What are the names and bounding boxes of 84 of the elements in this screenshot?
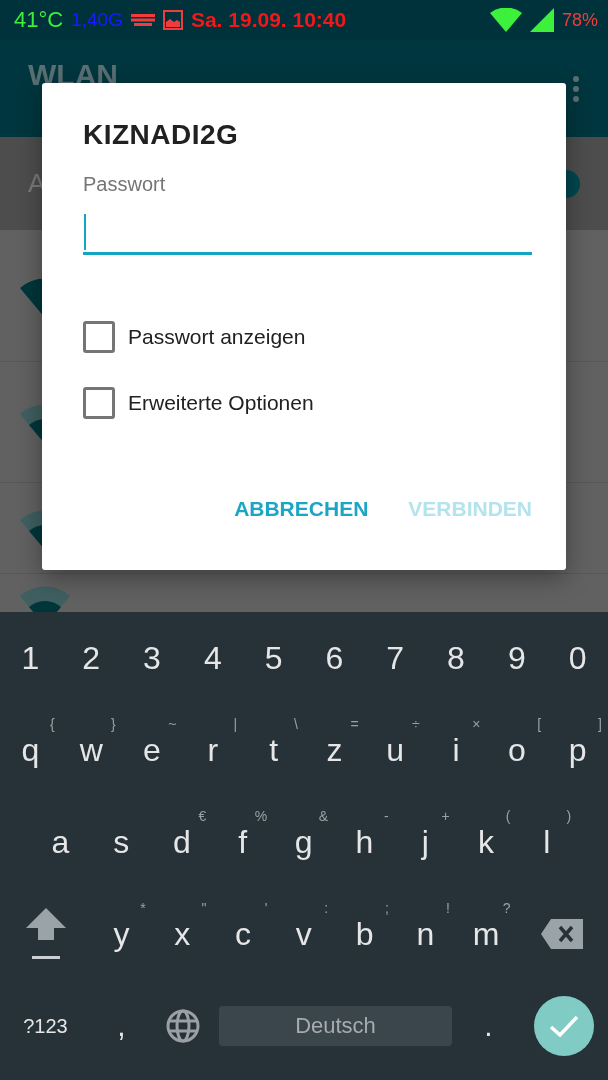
key[interactable]: h -	[334, 796, 395, 888]
key[interactable]: u ÷	[364, 704, 426, 796]
checkbox[interactable]	[83, 321, 115, 353]
key[interactable]: d €	[151, 796, 213, 888]
enter-key[interactable]	[534, 996, 594, 1056]
space-key[interactable]: Deutsch	[219, 1006, 452, 1046]
key-hint: +	[441, 808, 450, 824]
key-hint: ÷	[411, 716, 420, 732]
period-key[interactable]: .	[458, 980, 519, 1072]
key-hint: "	[201, 900, 207, 916]
key[interactable]: e ~	[121, 704, 183, 796]
key[interactable]: b ;	[334, 888, 395, 980]
comma-key[interactable]: ,	[91, 980, 152, 1072]
key-hint: *	[140, 900, 146, 916]
key[interactable]: 8	[425, 612, 487, 704]
symbols-key[interactable]: ?123	[0, 980, 91, 1072]
key-hint: €	[198, 808, 207, 824]
key-hint: \	[294, 716, 298, 732]
battery-level: 78%	[561, 9, 598, 31]
key[interactable]: n !	[395, 888, 456, 980]
key-hint: &	[318, 808, 328, 824]
key-hint: (	[505, 808, 511, 824]
key[interactable]: c '	[212, 888, 274, 980]
key-hint: [	[537, 716, 542, 732]
key[interactable]: 9	[486, 612, 548, 704]
key[interactable]: j +	[394, 796, 456, 888]
key[interactable]: q {	[0, 704, 61, 796]
key[interactable]: l )	[516, 796, 578, 888]
key[interactable]: w }	[60, 704, 122, 796]
key[interactable]: p ]	[547, 704, 608, 796]
key-hint: -	[384, 808, 389, 824]
key-hint: :	[324, 900, 329, 916]
key-hint: ?	[502, 900, 511, 916]
key-hint: {	[50, 716, 55, 732]
dialog-title: KIZNADI2G	[83, 119, 240, 151]
key[interactable]: 1	[0, 612, 61, 704]
checkbox-option[interactable]: Erweiterte Optionen	[83, 387, 314, 419]
key-hint: ~	[168, 716, 177, 732]
temperature-reading: 41°C	[14, 7, 64, 33]
key[interactable]: z =	[304, 704, 365, 796]
key-hint: !	[445, 900, 450, 916]
check-icon	[549, 1015, 579, 1037]
checkbox-option[interactable]: Passwort anzeigen	[83, 321, 306, 353]
key-hint: }	[110, 716, 116, 732]
key[interactable]: m ?	[455, 888, 517, 980]
key[interactable]: x "	[151, 888, 213, 980]
key[interactable]: 7	[364, 612, 426, 704]
key[interactable]: r |	[182, 704, 244, 796]
backspace-icon	[540, 919, 583, 949]
globe-icon	[165, 1009, 200, 1043]
wifi-icon	[489, 8, 522, 32]
key-hint: =	[350, 716, 359, 732]
key[interactable]: g &	[273, 796, 334, 888]
key-hint: |	[233, 716, 238, 732]
key[interactable]: f %	[212, 796, 274, 888]
key-hint: %	[254, 808, 268, 824]
keyboard-icon	[130, 14, 155, 26]
field-label: Passwort	[83, 173, 167, 196]
signal-icon	[529, 8, 554, 32]
more-icon[interactable]	[572, 75, 580, 102]
key-hint: ]	[598, 716, 602, 732]
key[interactable]: i ×	[425, 704, 487, 796]
key[interactable]: 0	[547, 612, 608, 704]
key[interactable]: a	[30, 796, 91, 888]
key[interactable]: k (	[455, 796, 517, 888]
image-icon	[162, 10, 183, 30]
key-hint: )	[566, 808, 572, 824]
key[interactable]: v :	[273, 888, 335, 980]
key[interactable]: 3	[121, 612, 183, 704]
key[interactable]: t \	[243, 704, 304, 796]
shift-icon	[25, 908, 66, 960]
key[interactable]: 6	[304, 612, 365, 704]
key-hint: ;	[385, 900, 389, 916]
key-hint: '	[264, 900, 268, 916]
memory-reading: 1,40G	[71, 9, 123, 31]
date-time: Sa. 19.09. 10:40	[190, 8, 347, 32]
key[interactable]: 2	[60, 612, 122, 704]
key-hint: ×	[472, 716, 481, 732]
key[interactable]: o [	[486, 704, 548, 796]
key[interactable]: 5	[243, 612, 304, 704]
key[interactable]: s	[90, 796, 152, 888]
key[interactable]: y *	[91, 888, 152, 980]
checkbox[interactable]	[83, 387, 115, 419]
key[interactable]: 4	[182, 612, 244, 704]
